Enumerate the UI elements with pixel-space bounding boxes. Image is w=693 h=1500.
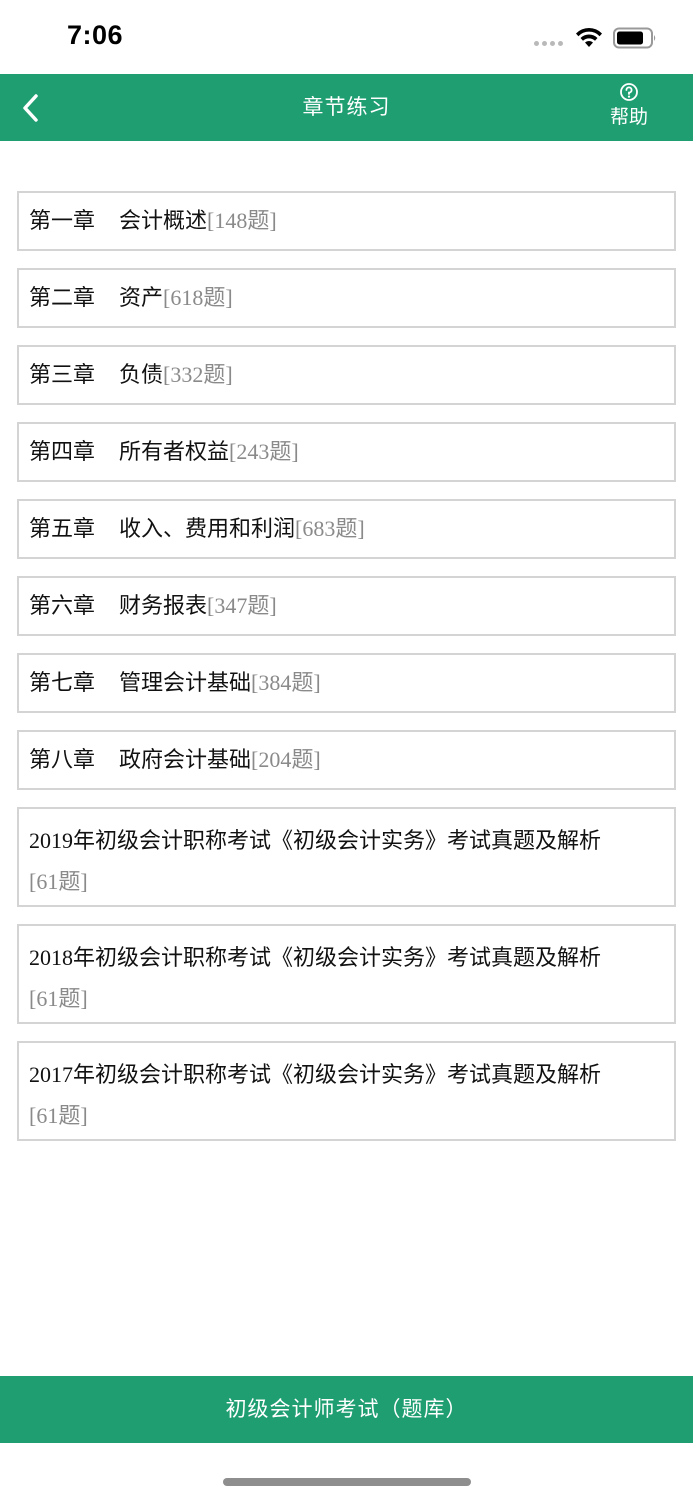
chapter-number: 第四章 [29, 439, 96, 465]
status-time: 7:06 [67, 20, 124, 50]
app-header: 章节练习 帮助 [0, 74, 693, 141]
status-bar: 7:06 [0, 0, 693, 74]
chapter-number: 第七章 [29, 670, 96, 696]
chapter-number: 第六章 [29, 593, 96, 619]
chapter-item-8[interactable]: 第八章 政府会计基础[204题] [17, 730, 676, 790]
chapter-number: 第一章 [29, 208, 96, 234]
chapter-name: 负债 [119, 362, 164, 388]
question-count: [332题] [163, 361, 233, 387]
chapter-name: 会计概述 [119, 208, 208, 234]
question-count: [148题] [207, 207, 277, 233]
chapter-item-2[interactable]: 第二章 资产[618题] [17, 268, 676, 328]
chapter-number: 第八章 [29, 747, 96, 773]
wifi-icon [576, 27, 602, 47]
question-count: [243题] [229, 438, 299, 464]
battery-icon [613, 27, 656, 49]
exam-name: 年初级会计职称考试《初级会计实务》考试真题及解析 [73, 829, 602, 854]
page-title: 章节练习 [302, 95, 391, 119]
question-count: [61题] [29, 986, 88, 1011]
question-bank-button[interactable]: 初级会计师考试（题库） [0, 1376, 693, 1443]
question-count: [683题] [295, 515, 365, 541]
chapter-name: 管理会计基础 [119, 670, 252, 696]
exam-name: 年初级会计职称考试《初级会计实务》考试真题及解析 [73, 1063, 602, 1088]
help-label: 帮助 [609, 106, 648, 128]
question-count: [61题] [29, 1103, 88, 1128]
chapter-number: 第五章 [29, 516, 96, 542]
exam-name: 年初级会计职称考试《初级会计实务》考试真题及解析 [73, 946, 602, 971]
exam-year: 2018 [29, 945, 73, 970]
chapter-item-6[interactable]: 第六章 财务报表[347题] [17, 576, 676, 636]
chapter-item-3[interactable]: 第三章 负债[332题] [17, 345, 676, 405]
back-button[interactable] [12, 88, 48, 128]
exam-item-2017[interactable]: 2017年初级会计职称考试《初级会计实务》考试真题及解析 [61题] [17, 1041, 676, 1141]
chapter-number: 第二章 [29, 285, 96, 311]
chapter-name: 资产 [119, 285, 164, 311]
cellular-signal-icon [534, 41, 563, 46]
chapter-number: 第三章 [29, 362, 96, 388]
chapter-name: 财务报表 [119, 593, 208, 619]
chapter-item-1[interactable]: 第一章 会计概述[148题] [17, 191, 676, 251]
exam-item-2018[interactable]: 2018年初级会计职称考试《初级会计实务》考试真题及解析 [61题] [17, 924, 676, 1024]
question-count: [61题] [29, 869, 88, 894]
chevron-left-icon [23, 94, 38, 122]
exam-year: 2019 [29, 828, 73, 853]
exam-item-2019[interactable]: 2019年初级会计职称考试《初级会计实务》考试真题及解析 [61题] [17, 807, 676, 907]
home-indicator[interactable] [223, 1478, 471, 1486]
exam-year: 2017 [29, 1062, 73, 1087]
chapter-name: 政府会计基础 [119, 747, 252, 773]
help-button[interactable]: 帮助 [598, 80, 660, 138]
chapter-item-5[interactable]: 第五章 收入、费用和利润[683题] [17, 499, 676, 559]
chapter-name: 收入、费用和利润 [119, 516, 296, 542]
question-count: [204题] [251, 746, 321, 772]
chapter-item-4[interactable]: 第四章 所有者权益[243题] [17, 422, 676, 482]
chapter-name: 所有者权益 [119, 439, 230, 465]
question-count: [384题] [251, 669, 321, 695]
chapter-list: 第一章 会计概述[148题] 第二章 资产[618题] 第三章 负债[332题] 第四… [17, 191, 676, 1158]
question-count: [347题] [207, 592, 277, 618]
question-count: [618题] [163, 284, 233, 310]
chapter-item-7[interactable]: 第七章 管理会计基础[384题] [17, 653, 676, 713]
question-circle-icon [620, 83, 638, 101]
